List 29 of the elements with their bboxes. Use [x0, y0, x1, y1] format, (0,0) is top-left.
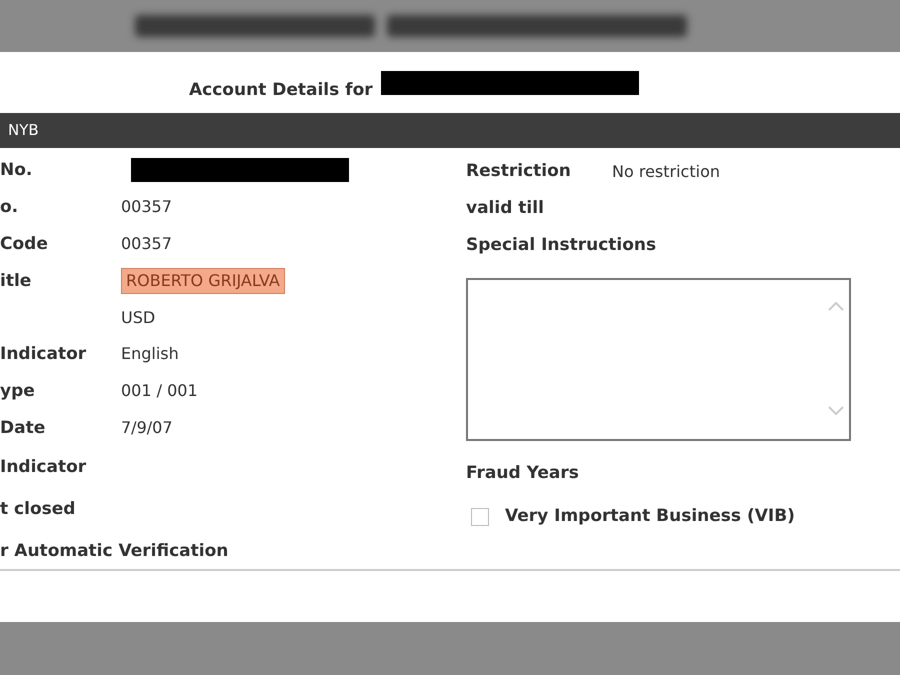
field-value: English — [121, 343, 179, 366]
vib-checkbox[interactable] — [471, 508, 489, 526]
field-value: 7/9/07 — [121, 416, 172, 439]
page-title: Account Details for — [189, 78, 373, 102]
field-label: ype — [0, 380, 36, 402]
field-label: Indicator — [0, 456, 88, 478]
field-value: No restriction — [612, 161, 720, 183]
field-label: Special Instructions — [466, 234, 656, 257]
field-label: Restriction — [466, 160, 572, 184]
field-label: Fraud Years — [466, 462, 579, 486]
field-value: 001 / 001 — [121, 380, 198, 402]
field-label: o. — [0, 196, 20, 218]
field-label: r Automatic Verification — [0, 540, 228, 562]
field-label: Date — [0, 416, 46, 440]
highlighted-value: ROBERTO GRIJALVA — [121, 268, 285, 294]
field-label: Code — [0, 232, 49, 256]
field-label: Indicator — [0, 343, 88, 366]
field-label: No. — [0, 159, 34, 182]
field-value: 00357 — [121, 196, 172, 218]
field-value: USD — [121, 306, 156, 329]
scroll-down-icon[interactable] — [827, 405, 845, 417]
special-instructions-field[interactable] — [466, 278, 851, 441]
field-value: 00357 — [121, 232, 172, 255]
field-label: itle — [0, 270, 32, 292]
checkbox-label: Very Important Business (VIB) — [505, 505, 795, 528]
scroll-up-icon[interactable] — [827, 300, 845, 312]
field-label: t closed — [0, 498, 76, 520]
field-label: valid till — [466, 196, 544, 220]
branch-code: NYB — [8, 120, 39, 142]
